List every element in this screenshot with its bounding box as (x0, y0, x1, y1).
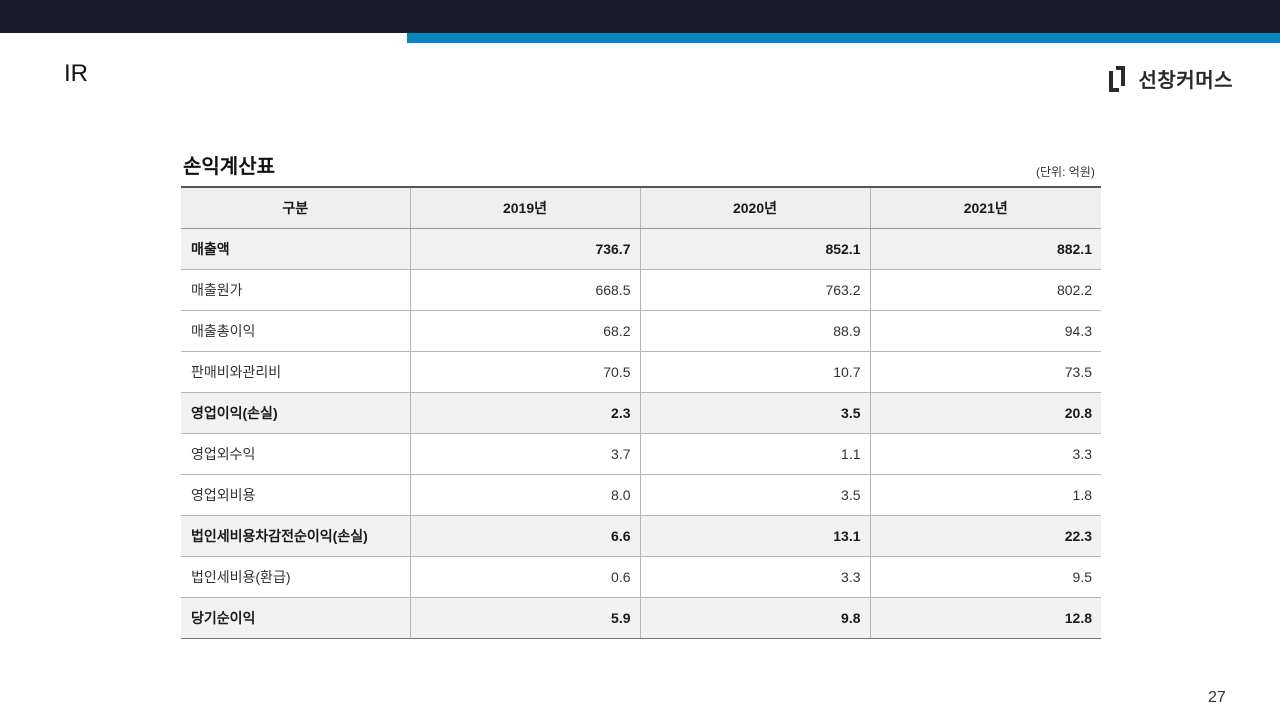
row-label: 법인세비용차감전순이익(손실) (181, 515, 410, 557)
cell-2020: 13.1 (639, 515, 870, 557)
table-row: 매출액 736.7 852.1 882.1 (181, 228, 1101, 270)
cell-2019: 68.2 (409, 310, 640, 352)
cell-2020: 10.7 (639, 351, 870, 393)
table-row: 영업외수익 3.7 1.1 3.3 (181, 433, 1101, 475)
row-label: 법인세비용(환급) (181, 556, 410, 598)
cell-2019: 3.7 (409, 433, 640, 475)
column-header-2021: 2021년 (869, 186, 1101, 229)
table-title: 손익계산표 (183, 156, 275, 178)
cell-2021: 802.2 (869, 269, 1101, 311)
income-statement-table: 구분 2019년 2020년 2021년 매출액 736.7 852.1 882… (181, 186, 1101, 639)
cell-2019: 6.6 (409, 515, 640, 557)
brand-mark-icon (1108, 65, 1125, 92)
cell-2019: 668.5 (409, 269, 640, 311)
cell-2020: 88.9 (639, 310, 870, 352)
cell-2021: 94.3 (869, 310, 1101, 352)
table-row: 영업외비용 8.0 3.5 1.8 (181, 474, 1101, 516)
table-row: 판매비와관리비 70.5 10.7 73.5 (181, 351, 1101, 393)
cell-2021: 9.5 (869, 556, 1101, 598)
row-label: 매출액 (181, 228, 410, 270)
cell-2020: 3.5 (639, 474, 870, 516)
column-header-2019: 2019년 (409, 186, 640, 229)
unit-note: (단위: 억원) (1036, 165, 1095, 179)
row-label: 판매비와관리비 (181, 351, 410, 393)
cell-2021: 12.8 (869, 597, 1101, 639)
column-header-2020: 2020년 (639, 186, 870, 229)
table-header-row: 구분 2019년 2020년 2021년 (181, 186, 1101, 229)
cell-2020: 763.2 (639, 269, 870, 311)
cell-2019: 70.5 (409, 351, 640, 393)
cell-2021: 20.8 (869, 392, 1101, 434)
cell-2019: 8.0 (409, 474, 640, 516)
accent-bar (407, 33, 1280, 43)
brand-name: 선창커머스 (1138, 70, 1233, 92)
row-label: 매출총이익 (181, 310, 410, 352)
cell-2021: 73.5 (869, 351, 1101, 393)
section-label: IR (64, 60, 88, 87)
cell-2021: 882.1 (869, 228, 1101, 270)
table-row: 당기순이익 5.9 9.8 12.8 (181, 597, 1101, 639)
cell-2020: 1.1 (639, 433, 870, 475)
cell-2019: 736.7 (409, 228, 640, 270)
row-label: 영업이익(손실) (181, 392, 410, 434)
brand-logo: 선창커머스 (1108, 64, 1234, 93)
row-label: 당기순이익 (181, 597, 410, 639)
column-header-category: 구분 (181, 186, 410, 229)
cell-2019: 5.9 (409, 597, 640, 639)
row-label: 영업외비용 (181, 474, 410, 516)
cell-2019: 0.6 (409, 556, 640, 598)
cell-2020: 3.3 (639, 556, 870, 598)
cell-2020: 3.5 (639, 392, 870, 434)
row-label: 영업외수익 (181, 433, 410, 475)
table-row: 매출원가 668.5 763.2 802.2 (181, 269, 1101, 311)
top-bar (0, 0, 1280, 33)
table-row: 영업이익(손실) 2.3 3.5 20.8 (181, 392, 1101, 434)
cell-2021: 1.8 (869, 474, 1101, 516)
table-row: 법인세비용차감전순이익(손실) 6.6 13.1 22.3 (181, 515, 1101, 557)
table-row: 법인세비용(환급) 0.6 3.3 9.5 (181, 556, 1101, 598)
cell-2019: 2.3 (409, 392, 640, 434)
cell-2020: 9.8 (639, 597, 870, 639)
cell-2021: 3.3 (869, 433, 1101, 475)
cell-2020: 852.1 (639, 228, 870, 270)
table-row: 매출총이익 68.2 88.9 94.3 (181, 310, 1101, 352)
page-number: 27 (1208, 689, 1226, 706)
row-label: 매출원가 (181, 269, 410, 311)
cell-2021: 22.3 (869, 515, 1101, 557)
